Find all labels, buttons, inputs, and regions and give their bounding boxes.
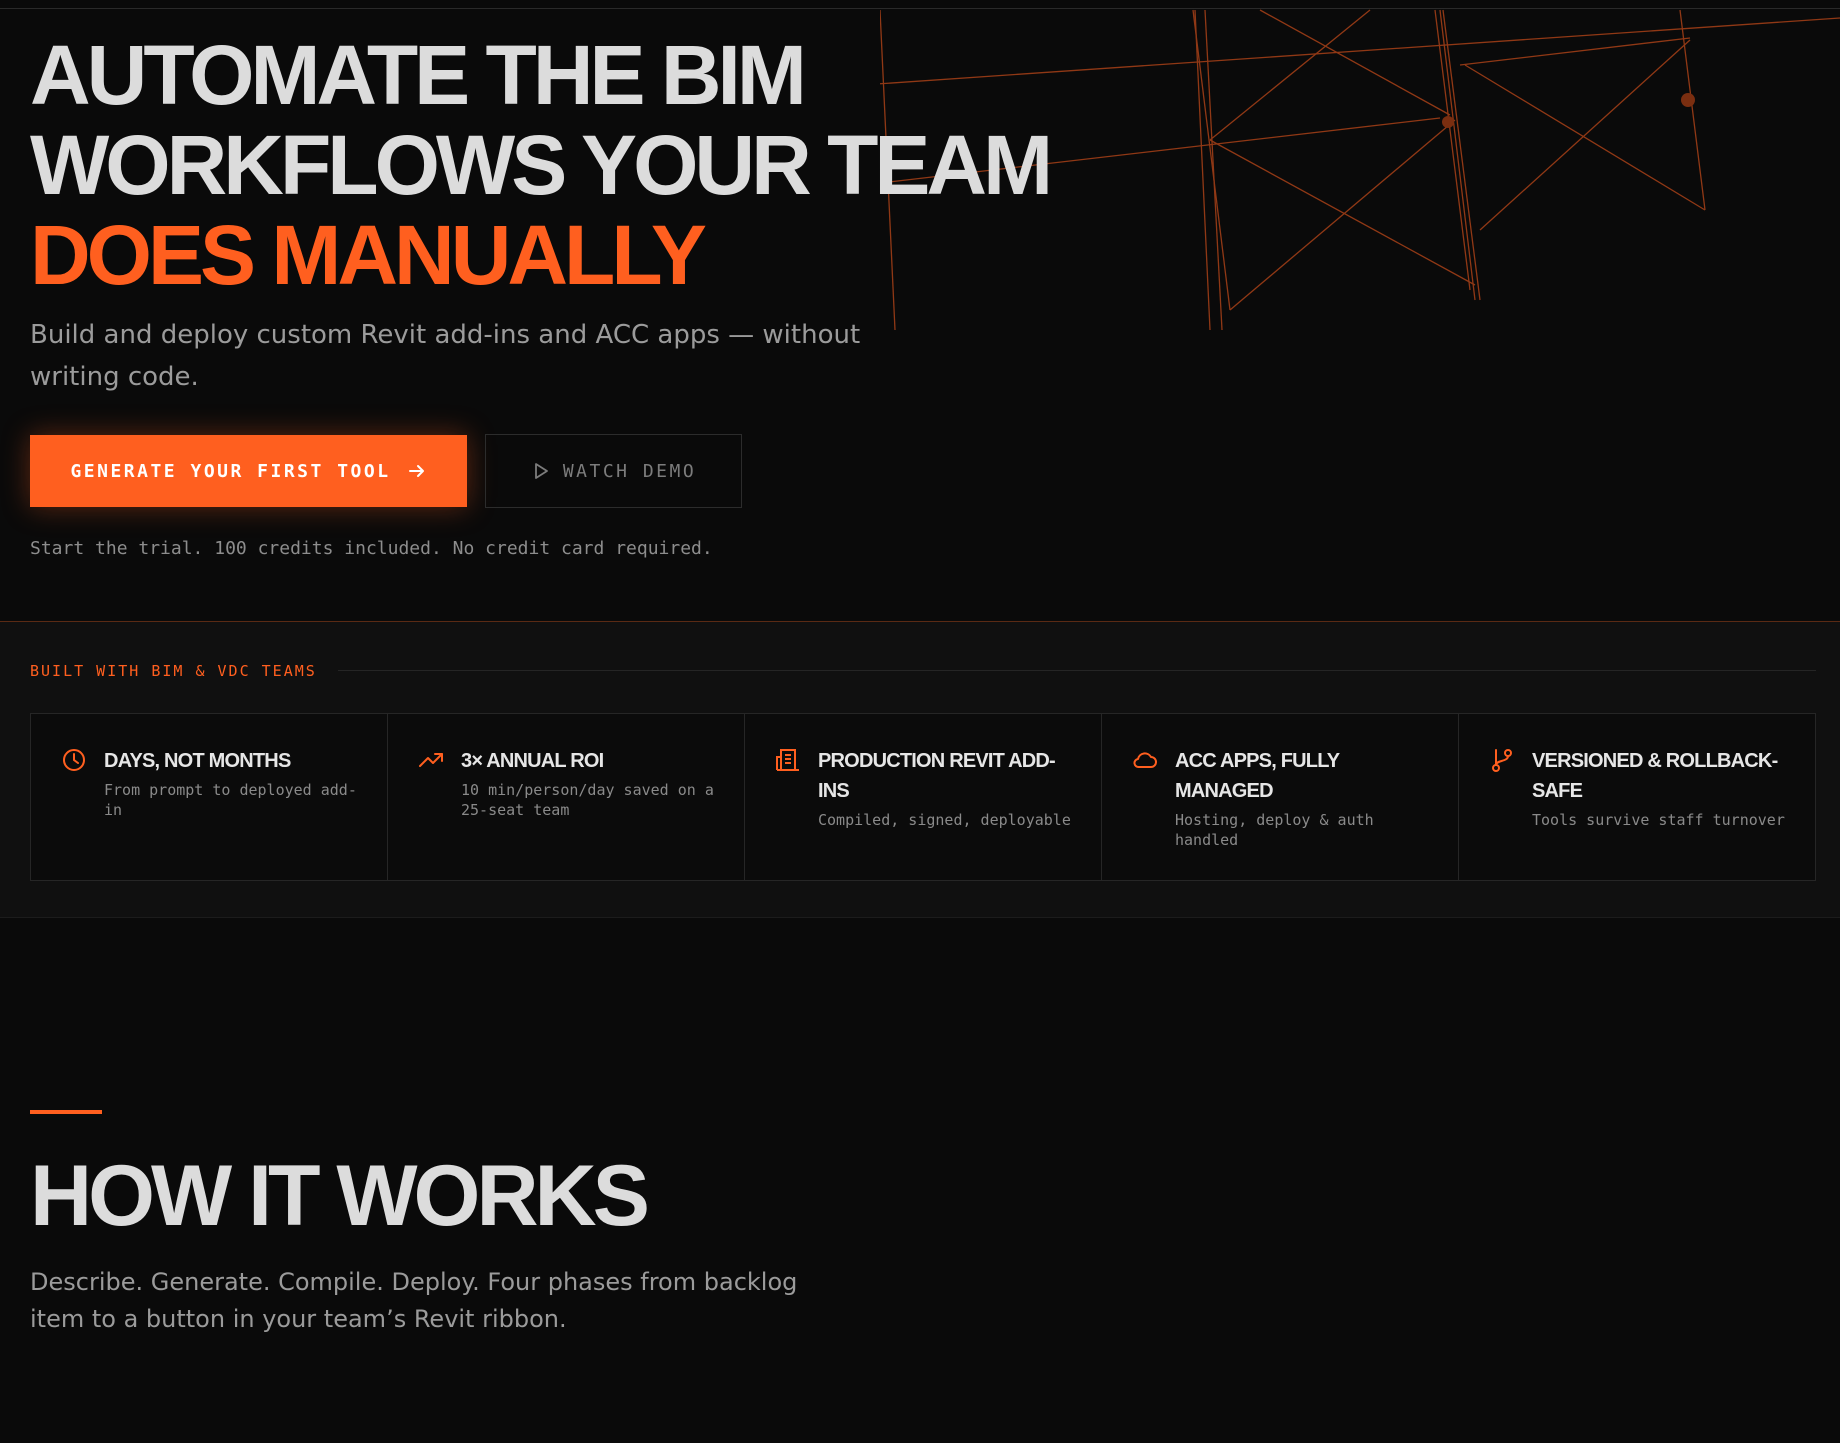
social-proof-divider xyxy=(338,670,1816,671)
trending-up-icon xyxy=(418,747,444,773)
clock-icon xyxy=(61,747,87,773)
feature-card: ACC APPS, FULLY MANAGED Hosting, deploy … xyxy=(1102,714,1459,880)
feature-title: ACC APPS, FULLY MANAGED xyxy=(1175,750,1340,802)
feature-description: Hosting, deploy & auth handled xyxy=(1175,811,1374,849)
social-proof-heading: BUILT WITH BIM & VDC TEAMS xyxy=(30,662,317,680)
hero-headline-line-2: WORKFLOWS YOUR TEAM xyxy=(30,118,1053,212)
hero-headline-line-1: AUTOMATE THE BIM xyxy=(30,28,807,122)
hero-headline: AUTOMATE THE BIM WORKFLOWS YOUR TEAM DOE… xyxy=(30,30,1070,300)
feature-title: DAYS, NOT MONTHS xyxy=(104,750,291,772)
feature-card: VERSIONED & ROLLBACK-SAFE Tools survive … xyxy=(1459,714,1815,880)
hero-headline-line-3-accent: DOES MANUALLY xyxy=(30,208,707,302)
trial-note: Start the trial. 100 credits included. N… xyxy=(30,538,713,559)
social-proof-band: BUILT WITH BIM & VDC TEAMS DAYS, NOT MON… xyxy=(0,621,1840,918)
generate-first-tool-button[interactable]: GENERATE YOUR FIRST TOOL xyxy=(30,435,467,507)
feature-grid: DAYS, NOT MONTHS From prompt to deployed… xyxy=(30,713,1816,881)
feature-title: 3× ANNUAL ROI xyxy=(461,750,604,772)
hero-subtitle: Build and deploy custom Revit add-ins an… xyxy=(30,320,861,392)
how-it-works-title: HOW IT WORKS xyxy=(30,1148,650,1244)
feature-title: VERSIONED & ROLLBACK-SAFE xyxy=(1532,750,1778,802)
generate-first-tool-label: GENERATE YOUR FIRST TOOL xyxy=(70,460,391,482)
landing-page: AUTOMATE THE BIM WORKFLOWS YOUR TEAM DOE… xyxy=(0,0,1840,1443)
feature-card: 3× ANNUAL ROI 10 min/person/day saved on… xyxy=(388,714,745,880)
how-it-works-subtitle: Describe. Generate. Compile. Deploy. Fou… xyxy=(30,1268,798,1333)
watch-demo-label: WATCH DEMO xyxy=(562,460,697,482)
feature-description: Compiled, signed, deployable xyxy=(818,811,1071,829)
feature-title: PRODUCTION REVIT ADD-INS xyxy=(818,750,1056,802)
feature-description: 10 min/person/day saved on a 25-seat tea… xyxy=(461,781,714,819)
play-icon xyxy=(531,461,551,481)
arrow-right-icon xyxy=(407,461,427,481)
building-icon xyxy=(775,747,801,773)
feature-card: DAYS, NOT MONTHS From prompt to deployed… xyxy=(31,714,388,880)
feature-description: From prompt to deployed add-in xyxy=(104,781,357,819)
feature-description: Tools survive staff turnover xyxy=(1532,811,1785,829)
cloud-icon xyxy=(1132,747,1158,773)
git-branch-icon xyxy=(1489,747,1515,773)
how-it-works-accent-rule xyxy=(30,1110,102,1114)
feature-card: PRODUCTION REVIT ADD-INS Compiled, signe… xyxy=(745,714,1102,880)
watch-demo-button[interactable]: WATCH DEMO xyxy=(485,434,742,508)
